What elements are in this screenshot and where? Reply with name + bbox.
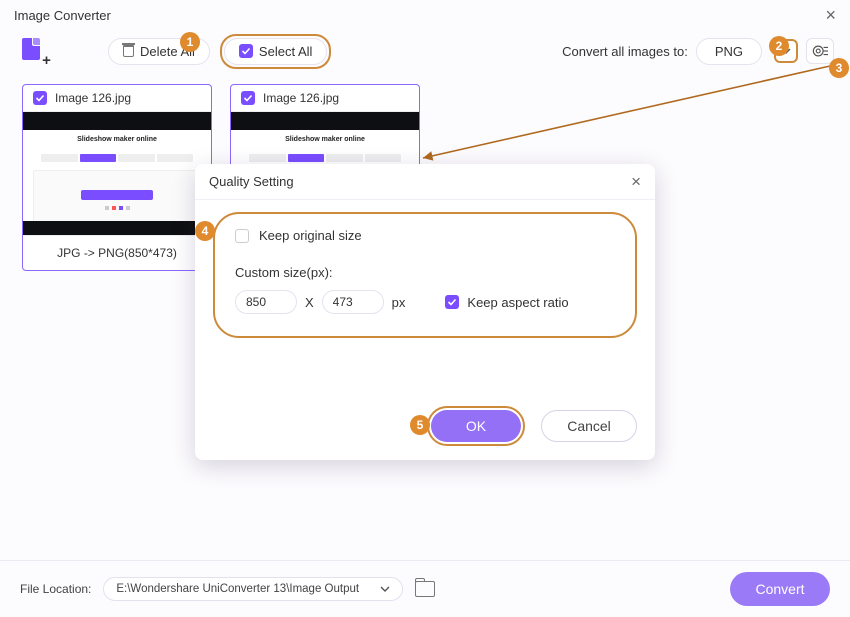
settings-highlight-frame: Keep original size Custom size(px): X px… bbox=[213, 212, 637, 338]
footer: File Location: E:\Wondershare UniConvert… bbox=[0, 561, 850, 617]
keep-original-label: Keep original size bbox=[259, 228, 362, 243]
callout-badge-2: 2 bbox=[769, 36, 789, 56]
title-bar: Image Converter × bbox=[0, 0, 850, 30]
select-all-highlight: Select All bbox=[220, 34, 331, 69]
callout-badge-4: 4 bbox=[195, 221, 215, 241]
dialog-title: Quality Setting bbox=[209, 174, 294, 189]
callout-badge-3: 3 bbox=[829, 58, 849, 78]
checkbox-icon bbox=[239, 44, 253, 58]
select-all-label: Select All bbox=[259, 44, 312, 59]
format-value: PNG bbox=[696, 38, 762, 65]
keep-original-checkbox[interactable] bbox=[235, 229, 249, 243]
dialog-close-icon[interactable]: × bbox=[631, 172, 641, 192]
image-preview: Slideshow maker online bbox=[23, 111, 211, 236]
convert-button[interactable]: Convert bbox=[730, 572, 830, 606]
custom-size-label: Custom size(px): bbox=[235, 265, 333, 280]
cancel-button[interactable]: Cancel bbox=[541, 410, 637, 442]
gear-icon bbox=[811, 43, 829, 59]
size-unit: px bbox=[392, 295, 406, 310]
checkbox-icon[interactable] bbox=[241, 91, 255, 105]
image-card[interactable]: Image 126.jpg Slideshow maker online JPG… bbox=[22, 84, 212, 271]
image-filename: Image 126.jpg bbox=[263, 91, 339, 105]
callout-badge-1: 1 bbox=[180, 32, 200, 52]
convert-to-label: Convert all images to: bbox=[562, 44, 688, 59]
select-all-button[interactable]: Select All bbox=[224, 38, 327, 65]
window-title: Image Converter bbox=[14, 8, 111, 23]
callout-badge-5: 5 bbox=[410, 415, 430, 435]
image-conversion-info: JPG -> PNG(850*473) bbox=[23, 236, 211, 270]
settings-button[interactable] bbox=[806, 38, 834, 64]
ok-highlight: OK bbox=[427, 406, 525, 446]
keep-ratio-label: Keep aspect ratio bbox=[467, 295, 568, 310]
file-location-label: File Location: bbox=[20, 582, 91, 596]
height-input[interactable] bbox=[322, 290, 384, 314]
width-input[interactable] bbox=[235, 290, 297, 314]
trash-icon bbox=[123, 45, 134, 57]
file-location-select[interactable]: E:\Wondershare UniConverter 13\Image Out… bbox=[103, 577, 403, 601]
chevron-down-icon bbox=[380, 585, 390, 593]
toolbar: + Delete All Select All Convert all imag… bbox=[0, 30, 850, 72]
size-separator: X bbox=[305, 295, 314, 310]
checkbox-icon[interactable] bbox=[33, 91, 47, 105]
keep-ratio-checkbox[interactable] bbox=[445, 295, 459, 309]
format-select[interactable]: PNG bbox=[696, 38, 762, 65]
add-file-icon[interactable]: + bbox=[22, 38, 48, 64]
close-icon[interactable]: × bbox=[825, 6, 836, 24]
file-location-path: E:\Wondershare UniConverter 13\Image Out… bbox=[116, 583, 359, 595]
ok-button[interactable]: OK bbox=[431, 410, 521, 442]
image-filename: Image 126.jpg bbox=[55, 91, 131, 105]
browse-folder-button[interactable] bbox=[415, 581, 435, 597]
